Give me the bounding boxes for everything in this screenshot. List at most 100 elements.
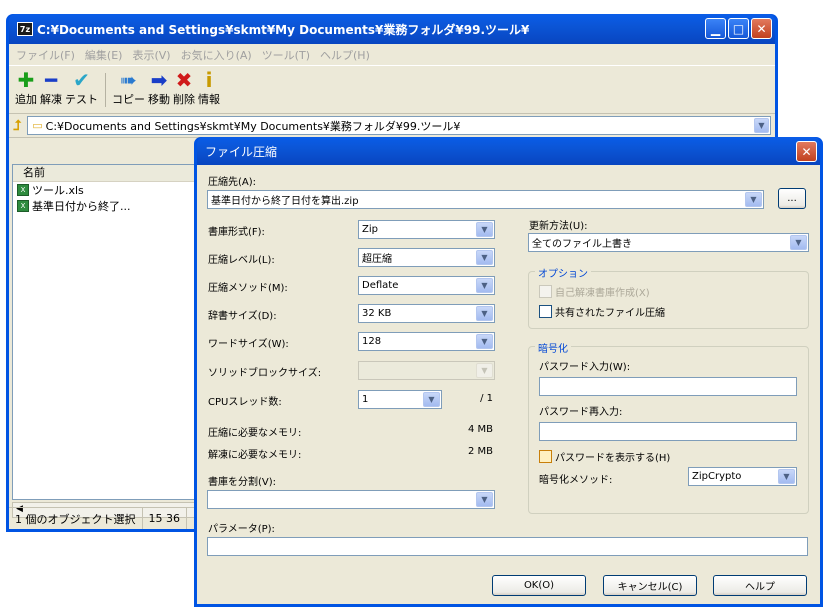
extract-label: 解凍 — [40, 93, 62, 106]
archive-label: 圧縮先(A): — [208, 177, 257, 188]
7zip-app-icon: 7z — [17, 22, 33, 36]
check-icon: ✔ — [73, 68, 90, 92]
chevron-down-icon[interactable]: ▼ — [476, 250, 493, 265]
browse-button[interactable]: ... — [778, 188, 806, 209]
info-button[interactable]: i 情報 — [198, 69, 220, 107]
test-label: テスト — [65, 93, 98, 106]
options-group: オプション 自己解凍書庫作成(X) 共有されたファイル圧縮 — [528, 265, 809, 329]
checkbox-box — [539, 305, 552, 318]
copy-arrow-icon: ➠ — [120, 68, 137, 92]
copy-button[interactable]: ➠ コピー — [112, 69, 145, 107]
shared-label: 共有されたファイル圧縮 — [555, 308, 665, 319]
chevron-down-icon: ▼ — [476, 363, 493, 378]
chevron-down-icon[interactable]: ▼ — [778, 469, 795, 484]
format-value: Zip — [362, 224, 378, 235]
list-item[interactable]: X ツール.xls — [13, 182, 201, 198]
add-label: 追加 — [15, 93, 37, 106]
chevron-down-icon[interactable]: ▼ — [476, 222, 493, 237]
main-window-title: C:¥Documents and Settings¥skmt¥My Docume… — [37, 22, 530, 37]
mem-comp-value: 4 MB — [467, 424, 493, 435]
compress-dialog: ファイル圧縮 ✕ 圧縮先(A): 基準日付から終了日付を算出.zip ▼ ...… — [194, 137, 823, 607]
cpu-value: 1 — [362, 394, 369, 405]
minimize-button[interactable]: ▁ — [705, 18, 726, 39]
extract-button[interactable]: ━ 解凍 — [40, 69, 62, 107]
archive-combo[interactable]: 基準日付から終了日付を算出.zip ▼ — [207, 190, 764, 209]
address-combo[interactable]: ▭ C:¥Documents and Settings¥skmt¥My Docu… — [27, 116, 771, 135]
chevron-down-icon[interactable]: ▼ — [745, 192, 762, 207]
password-confirm-input[interactable] — [539, 422, 797, 441]
file-list[interactable]: 名前 X ツール.xls X 基準日付から終了... — [12, 164, 202, 500]
solid-combo: ▼ — [358, 361, 495, 380]
chevron-down-icon[interactable]: ▼ — [476, 278, 493, 293]
chevron-down-icon[interactable]: ▼ — [476, 492, 493, 507]
shared-files-checkbox[interactable]: 共有されたファイル圧縮 — [539, 304, 665, 319]
move-button[interactable]: ➡ 移動 — [148, 69, 170, 107]
menu-bar: ファイル(F) 編集(E) 表示(V) お気に入り(A) ツール(T) ヘルプ(… — [9, 44, 775, 66]
delete-label: 削除 — [173, 93, 195, 106]
cpu-combo[interactable]: 1 ▼ — [358, 390, 442, 409]
cancel-button[interactable]: キャンセル(C) — [603, 575, 697, 596]
excel-file-icon: X — [17, 200, 29, 212]
chevron-down-icon[interactable]: ▼ — [423, 392, 440, 407]
folder-icon: ▭ — [32, 119, 43, 132]
maximize-button[interactable]: □ — [728, 18, 749, 39]
chevron-down-icon[interactable]: ▼ — [790, 235, 807, 250]
mem-comp-label: 圧縮に必要なメモリ: — [208, 428, 302, 439]
password-input[interactable] — [539, 377, 797, 396]
method-value: Deflate — [362, 280, 399, 291]
add-button[interactable]: ✚ 追加 — [15, 69, 37, 107]
help-button[interactable]: ヘルプ — [713, 575, 807, 596]
show-password-checkbox[interactable]: パスワードを表示する(H) — [539, 449, 670, 464]
menu-file[interactable]: ファイル(F) — [11, 47, 80, 63]
update-combo[interactable]: 全てのファイル上書き ▼ — [528, 233, 809, 252]
level-label: 圧縮レベル(L): — [208, 255, 275, 266]
excel-file-icon: X — [17, 184, 29, 196]
minus-icon: ━ — [44, 68, 58, 92]
delete-button[interactable]: ✖ 削除 — [173, 69, 195, 107]
mem-decomp-value: 2 MB — [467, 446, 493, 457]
level-combo[interactable]: 超圧縮 ▼ — [358, 248, 495, 267]
menu-help[interactable]: ヘルプ(H) — [315, 47, 375, 63]
cpu-max: / 1 — [480, 393, 493, 404]
menu-favorites[interactable]: お気に入り(A) — [176, 47, 257, 63]
menu-tools[interactable]: ツール(T) — [257, 47, 315, 63]
chevron-down-icon[interactable]: ▼ — [476, 334, 493, 349]
cpu-label: CPUスレッド数: — [208, 397, 282, 408]
menu-view[interactable]: 表示(V) — [127, 47, 175, 63]
show-password-label: パスワードを表示する(H) — [555, 453, 671, 464]
update-value: 全てのファイル上書き — [532, 239, 632, 250]
copy-label: コピー — [112, 93, 145, 106]
move-arrow-icon: ➡ — [150, 68, 168, 92]
chevron-down-icon[interactable]: ▼ — [754, 118, 769, 133]
up-folder-icon[interactable]: ⮥ — [13, 118, 21, 134]
solid-label: ソリッドブロックサイズ: — [208, 368, 322, 379]
format-combo[interactable]: Zip ▼ — [358, 220, 495, 239]
password-confirm-label: パスワード再入力: — [539, 407, 623, 418]
status-selection: 1 個のオブジェクト選択 — [9, 508, 143, 529]
chevron-down-icon[interactable]: ▼ — [476, 306, 493, 321]
dict-combo[interactable]: 32 KB ▼ — [358, 304, 495, 323]
list-item[interactable]: X 基準日付から終了... — [13, 198, 201, 214]
update-label: 更新方法(U): — [529, 221, 588, 232]
dialog-close-button[interactable]: ✕ — [796, 141, 817, 162]
delete-x-icon: ✖ — [175, 68, 193, 92]
sfx-checkbox: 自己解凍書庫作成(X) — [539, 284, 650, 299]
method-label: 圧縮メソッド(M): — [208, 283, 288, 294]
info-label: 情報 — [198, 93, 220, 106]
main-title-bar[interactable]: 7z C:¥Documents and Settings¥skmt¥My Doc… — [9, 14, 775, 44]
params-input[interactable] — [207, 537, 808, 556]
dialog-title-bar[interactable]: ファイル圧縮 ✕ — [197, 137, 820, 165]
ok-button[interactable]: OK(O) — [492, 575, 586, 596]
test-button[interactable]: ✔ テスト — [65, 69, 98, 107]
toolbar: ✚ 追加 ━ 解凍 ✔ テスト ➠ コピー ➡ 移動 ✖ 削除 i 情報 — [9, 66, 775, 114]
archive-value: 基準日付から終了日付を算出.zip — [211, 196, 359, 207]
close-button[interactable]: ✕ — [751, 18, 772, 39]
column-header-name[interactable]: 名前 — [13, 165, 201, 182]
menu-edit[interactable]: 編集(E) — [80, 47, 128, 63]
word-combo[interactable]: 128 ▼ — [358, 332, 495, 351]
method-combo[interactable]: Deflate ▼ — [358, 276, 495, 295]
split-combo[interactable]: ▼ — [207, 490, 495, 509]
encryption-method-combo[interactable]: ZipCrypto ▼ — [688, 467, 797, 486]
status-size: 15 36 — [143, 508, 187, 529]
checkbox-box — [539, 450, 552, 463]
